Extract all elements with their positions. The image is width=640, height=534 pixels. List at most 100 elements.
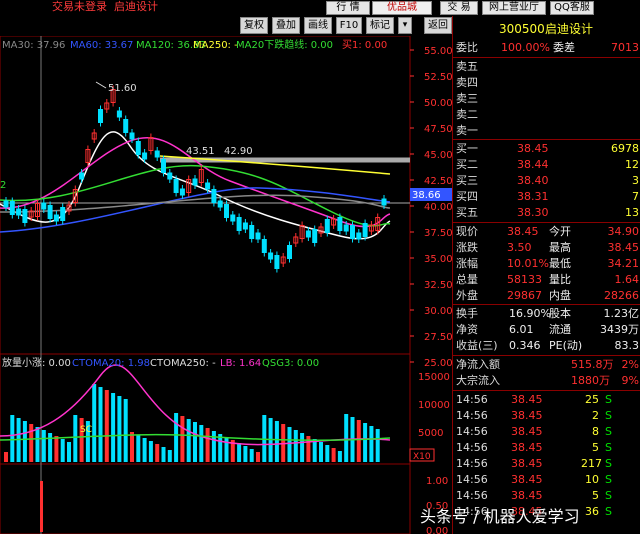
ctoma250-legend: CTOMA250: - bbox=[150, 358, 216, 369]
vol-title: 放量小涨: 0.00 bbox=[2, 356, 71, 369]
tick-side: S bbox=[605, 473, 612, 486]
sell-row: 卖五 bbox=[453, 59, 640, 75]
flow-pct: 9% bbox=[621, 374, 639, 387]
candle-body bbox=[211, 189, 217, 203]
buy-volume: 6978 bbox=[611, 142, 639, 155]
candle-body bbox=[123, 119, 129, 133]
volume-bar bbox=[300, 433, 305, 462]
stock-code: 300500 bbox=[499, 22, 545, 36]
volume-bar bbox=[186, 419, 191, 462]
restore-button[interactable]: 复权 bbox=[240, 17, 268, 34]
volume-bar bbox=[4, 452, 8, 462]
tick-side: S bbox=[605, 457, 612, 470]
tick-price: 38.45 bbox=[511, 441, 543, 454]
vol-unit: X10 bbox=[413, 452, 431, 462]
candle-body bbox=[274, 255, 280, 269]
candle-body bbox=[192, 178, 198, 186]
volume-bar bbox=[375, 429, 380, 462]
tick-volume: 36 bbox=[585, 505, 599, 518]
candle-body bbox=[142, 152, 148, 160]
tick-side: S bbox=[605, 489, 612, 502]
buy-row: 买一 38.45 6978 bbox=[453, 141, 640, 157]
volume-bar bbox=[205, 428, 210, 462]
candle-body bbox=[205, 182, 211, 190]
wb-label: 委比 bbox=[456, 41, 478, 54]
tick-volume: 2 bbox=[592, 409, 599, 422]
candle-body bbox=[312, 229, 318, 243]
stat-label: 量比 bbox=[549, 273, 571, 286]
fund-row: 净资 6.01 流通 3439万 bbox=[453, 322, 640, 338]
candle-body bbox=[22, 209, 28, 223]
brand-logo: 优品城 bbox=[372, 1, 432, 15]
volume-bar bbox=[363, 423, 368, 462]
buy-price: 38.31 bbox=[517, 190, 549, 203]
login-status[interactable]: 交易未登录 bbox=[52, 0, 107, 14]
candle-body bbox=[362, 223, 368, 237]
back-button[interactable]: 返回 bbox=[424, 17, 452, 34]
mid-price-b: 42.90 bbox=[224, 146, 253, 157]
stat-label: 今开 bbox=[549, 225, 571, 238]
volume-bar bbox=[319, 442, 323, 462]
vol-tick-label: 5000 bbox=[418, 428, 443, 439]
drawline-button[interactable]: 画线 bbox=[304, 17, 332, 34]
buy-label: 买四 bbox=[456, 190, 478, 203]
watermark: 头条号 / 机器人爱学习 bbox=[420, 507, 580, 526]
buy-price: 38.44 bbox=[517, 158, 549, 171]
tick-side: S bbox=[605, 409, 612, 422]
trade-button[interactable]: 交 易 bbox=[440, 1, 478, 15]
buy-row: 买二 38.44 12 bbox=[453, 157, 640, 173]
volume-bar bbox=[142, 438, 147, 462]
volume-bar bbox=[287, 427, 292, 462]
stock-header: 300500 启迪设计 bbox=[453, 21, 640, 39]
candle-body bbox=[129, 132, 135, 140]
fund-value: 1.23亿 bbox=[603, 307, 640, 320]
fund-label: 净资 bbox=[456, 323, 478, 336]
volume-bar bbox=[356, 420, 361, 462]
candle-body bbox=[261, 239, 267, 253]
candle-body bbox=[249, 225, 255, 239]
volume-bar bbox=[218, 434, 223, 462]
candle-body bbox=[230, 214, 236, 222]
candle-body bbox=[60, 207, 66, 221]
tick-side: S bbox=[605, 393, 612, 406]
overlay-button[interactable]: 叠加 bbox=[272, 17, 300, 34]
price-tick-label: 35.00 bbox=[424, 254, 452, 265]
f10-button[interactable]: F10 bbox=[336, 17, 362, 34]
volume-bar bbox=[73, 415, 78, 462]
candle-body bbox=[41, 202, 47, 210]
qq-service-button[interactable]: QQ客服 bbox=[550, 1, 594, 15]
sell-row: 卖二 bbox=[453, 107, 640, 123]
candle-body bbox=[255, 232, 261, 240]
mark-button[interactable]: 标记 bbox=[366, 17, 394, 34]
current-price-tag: 38.66 bbox=[412, 190, 441, 201]
tick-price: 38.45 bbox=[511, 473, 543, 486]
volume-bar bbox=[41, 430, 46, 462]
high-price-label: 51.60 bbox=[108, 83, 137, 94]
price-tick-label: 52.50 bbox=[424, 72, 452, 83]
volume-bar bbox=[35, 427, 40, 462]
stock-name-link[interactable]: 启迪设计 bbox=[114, 0, 158, 14]
quote-button[interactable]: 行 情 bbox=[326, 1, 370, 15]
candle-body bbox=[47, 205, 53, 219]
buy-row: 买四 38.31 7 bbox=[453, 189, 640, 205]
dropdown-icon[interactable]: ▾ bbox=[398, 17, 412, 34]
indicator-pane-frame bbox=[0, 463, 411, 534]
buy-row: 买五 38.30 13 bbox=[453, 205, 640, 221]
tick-volume: 5 bbox=[592, 489, 599, 502]
tick-row: 14:56 38.45 5 S bbox=[453, 440, 640, 456]
candle-body bbox=[98, 109, 103, 123]
stat-value: 58133 bbox=[507, 273, 542, 286]
fund-value: 16.90% bbox=[509, 307, 551, 320]
volume-bar bbox=[92, 384, 97, 462]
tick-time: 14:56 bbox=[456, 393, 488, 406]
kline-chart[interactable]: MA30: 37.96 MA60: 33.67 MA120: 36.83 MA2… bbox=[0, 36, 452, 534]
wb-value: 100.00% bbox=[501, 41, 550, 54]
stat-row: 现价 38.45 今开 34.90 bbox=[453, 224, 640, 240]
tick-row: 14:56 38.45 5 S bbox=[453, 488, 640, 504]
mid-price-a: 43.51 bbox=[186, 146, 215, 157]
tick-price: 38.45 bbox=[511, 409, 543, 422]
online-hall-button[interactable]: 网上营业厅 bbox=[482, 1, 546, 15]
volume-bar bbox=[224, 437, 229, 462]
ma30-legend: MA30: 37.96 bbox=[2, 40, 65, 51]
tick-price: 38.45 bbox=[511, 489, 543, 502]
